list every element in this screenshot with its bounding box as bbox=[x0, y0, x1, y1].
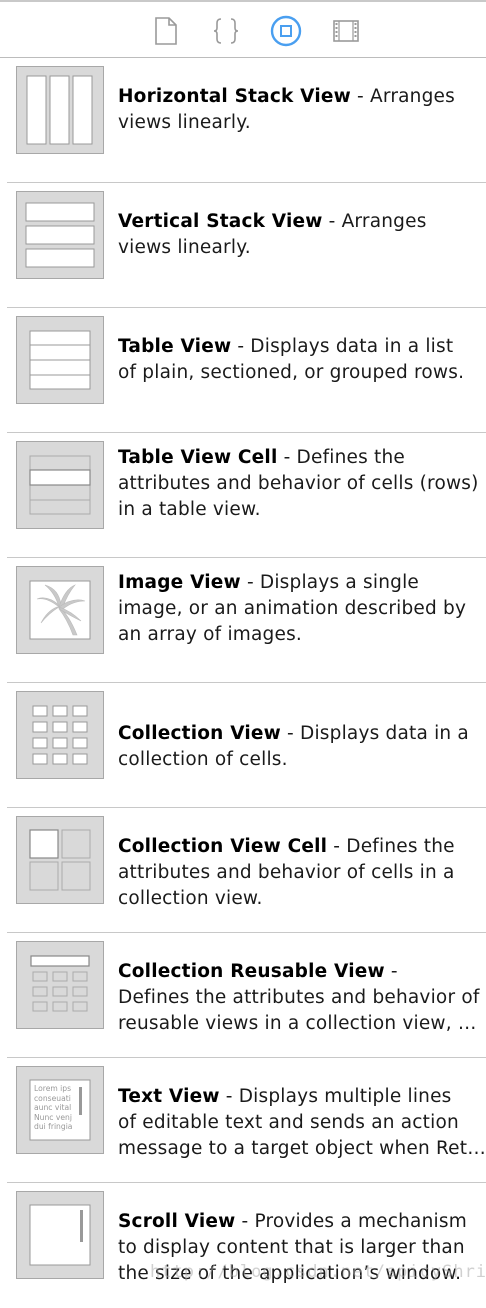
list-item[interactable]: Collection View - Displays data in a col… bbox=[7, 683, 486, 808]
item-description: Collection Reusable View - Defines the a… bbox=[118, 961, 486, 1034]
item-description: Table View Cell - Defines the attributes… bbox=[118, 447, 479, 520]
list-item[interactable]: Scroll View - Provides a mechanism to di… bbox=[7, 1183, 486, 1308]
image-view-icon bbox=[16, 566, 104, 654]
item-title: Table View Cell bbox=[118, 447, 278, 468]
list-item[interactable]: Table View Cell - Defines the attributes… bbox=[7, 433, 486, 558]
media-library-button[interactable] bbox=[329, 14, 363, 48]
item-description: Text View - Displays multiple lines of e… bbox=[118, 1086, 486, 1159]
library-toolbar bbox=[0, 0, 486, 58]
list-item[interactable]: Horizontal Stack View - Arranges views l… bbox=[7, 58, 486, 183]
item-title: Text View bbox=[118, 1086, 220, 1107]
item-title: Collection View Cell bbox=[118, 836, 328, 857]
list-item[interactable]: Table View - Displays data in a list of … bbox=[7, 308, 486, 433]
item-title: Collection View bbox=[118, 723, 281, 744]
item-title: Table View bbox=[118, 336, 232, 357]
file-inspector-button[interactable] bbox=[149, 14, 183, 48]
item-title: Horizontal Stack View bbox=[118, 86, 351, 107]
collection-reusable-view-icon bbox=[16, 941, 104, 1029]
text-view-icon: Lorem ips conseuati aunc vital Nunc venj… bbox=[16, 1066, 104, 1154]
item-description: Table View - Displays data in a list of … bbox=[118, 336, 465, 383]
horizontal-stack-view-icon bbox=[16, 66, 104, 154]
braces-icon bbox=[213, 18, 239, 44]
collection-view-icon bbox=[16, 691, 104, 779]
table-view-icon bbox=[16, 316, 104, 404]
code-snippet-library-button[interactable] bbox=[209, 14, 243, 48]
scroll-view-icon bbox=[16, 1191, 104, 1279]
object-library-icon bbox=[270, 15, 302, 47]
file-icon bbox=[155, 17, 177, 45]
object-library-button[interactable] bbox=[269, 14, 303, 48]
list-item[interactable]: Image View - Displays a single image, or… bbox=[7, 558, 486, 683]
item-title: Collection Reusable View bbox=[118, 961, 385, 982]
collection-view-cell-icon bbox=[16, 816, 104, 904]
item-title: Image View bbox=[118, 572, 241, 593]
item-description: Horizontal Stack View - Arranges views l… bbox=[118, 86, 455, 133]
item-description: Image View - Displays a single image, or… bbox=[118, 572, 467, 645]
list-item[interactable]: Vertical Stack View - Arranges views lin… bbox=[7, 183, 486, 308]
text-view-sample-text: Lorem ips conseuati aunc vital Nunc venj… bbox=[34, 1084, 73, 1131]
item-title: Scroll View bbox=[118, 1211, 236, 1232]
item-description: Collection View Cell - Defines the attri… bbox=[118, 836, 455, 909]
item-title: Vertical Stack View bbox=[118, 211, 323, 232]
film-icon bbox=[333, 20, 359, 42]
list-item[interactable]: Collection Reusable View - Defines the a… bbox=[7, 933, 486, 1058]
watermark: http://blog.csdn.net/spicyShrimp bbox=[150, 1262, 486, 1282]
list-item[interactable]: Lorem ips conseuati aunc vital Nunc venj… bbox=[7, 1058, 486, 1183]
vertical-stack-view-icon bbox=[16, 191, 104, 279]
item-description: Vertical Stack View - Arranges views lin… bbox=[118, 211, 427, 258]
item-description: Collection View - Displays data in a col… bbox=[118, 723, 469, 770]
table-view-cell-icon bbox=[16, 441, 104, 529]
object-library-list: Horizontal Stack View - Arranges views l… bbox=[7, 58, 486, 1308]
list-item[interactable]: Collection View Cell - Defines the attri… bbox=[7, 808, 486, 933]
